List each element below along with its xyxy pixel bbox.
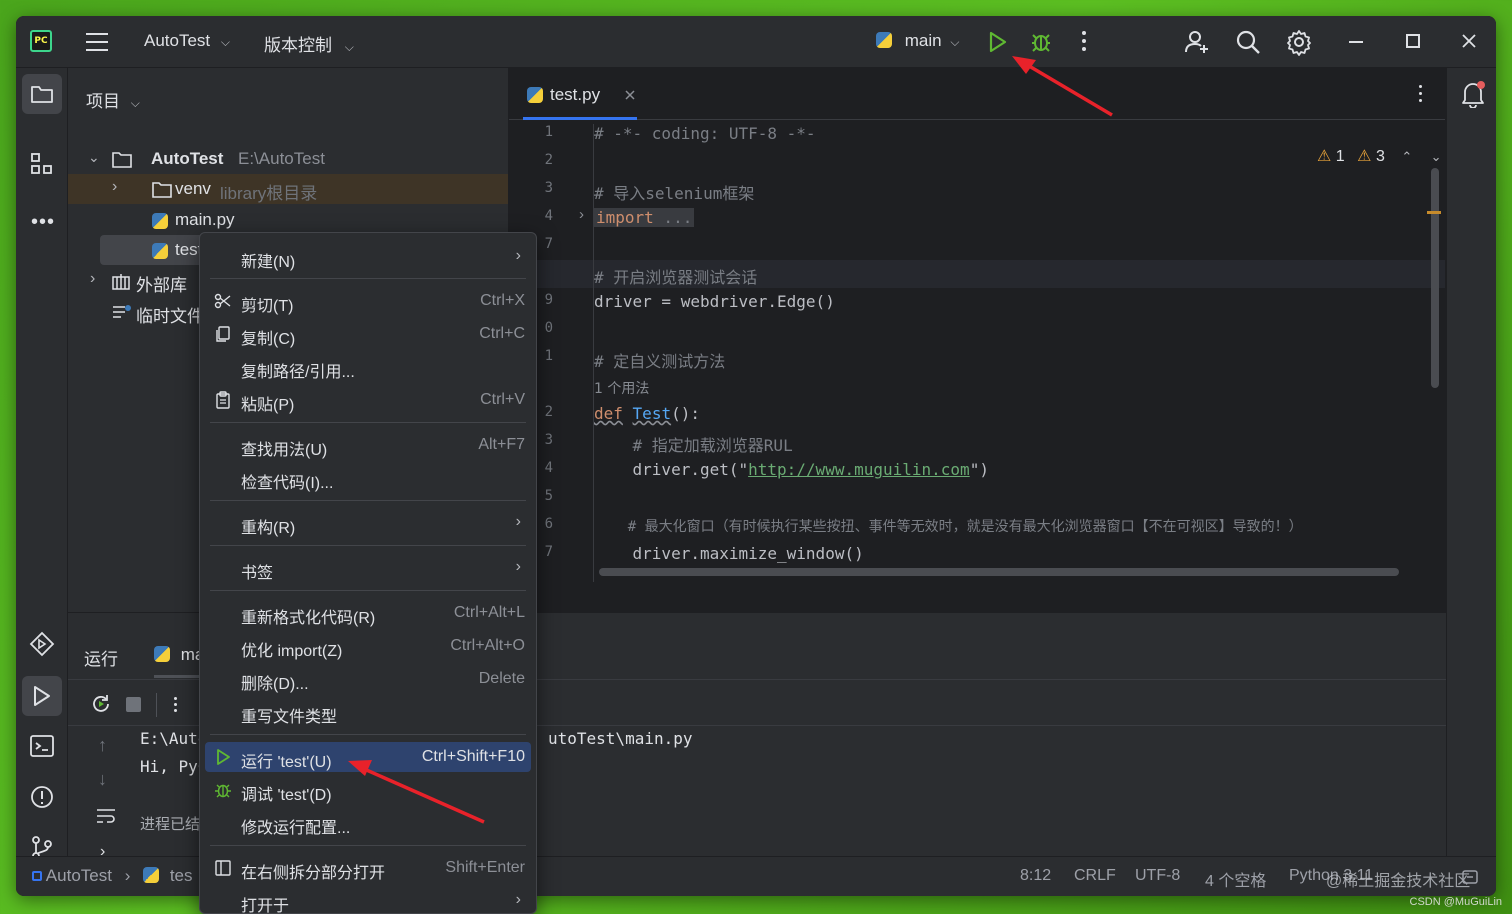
annotation-arrowhead-run-menu: [348, 760, 372, 776]
annotation-arrow-run-button: [1023, 61, 1113, 117]
csdn-watermark: CSDN @MuGuiLin: [1409, 896, 1502, 908]
annotation-arrows: [348, 56, 1113, 824]
annotation-arrowhead-run-button: [1012, 56, 1036, 74]
annotation-arrow-run-menu: [361, 766, 485, 824]
